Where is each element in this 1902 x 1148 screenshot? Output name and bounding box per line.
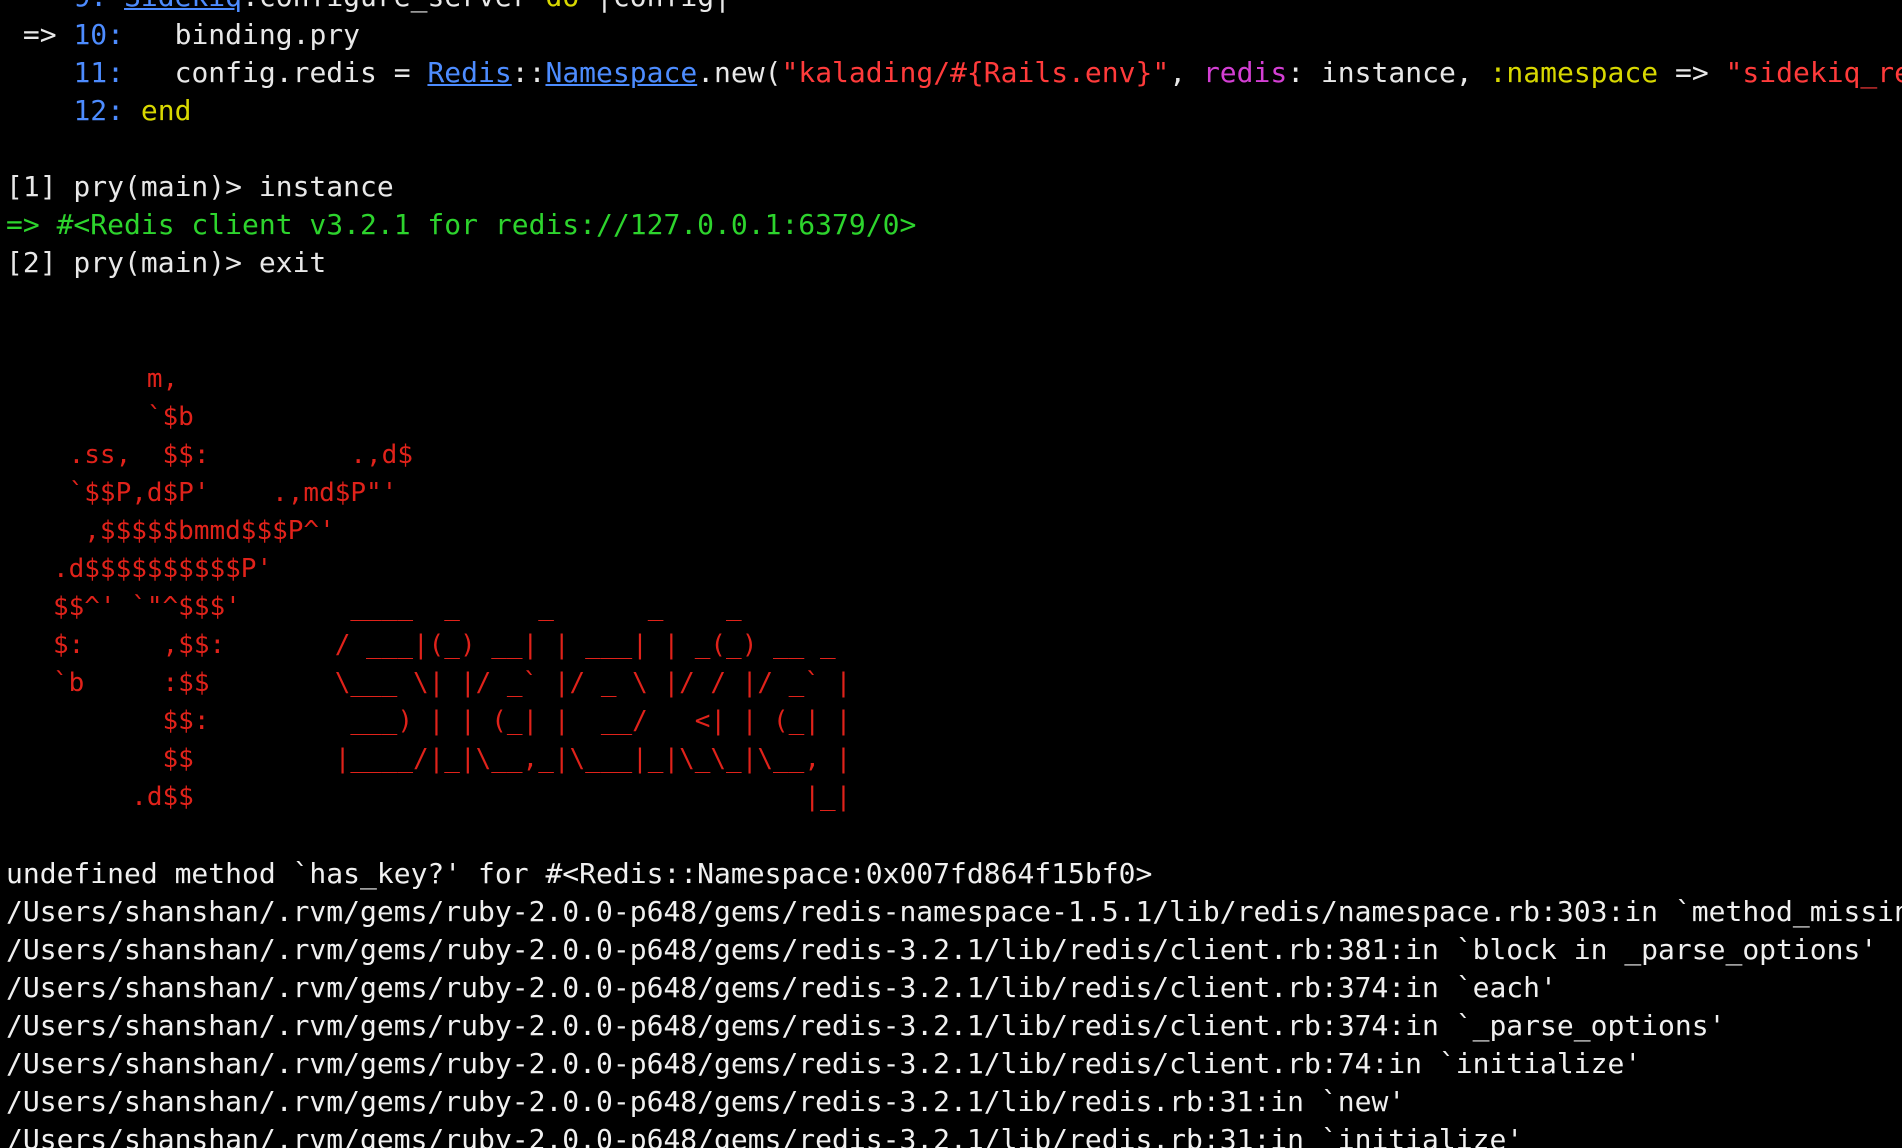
error-message: undefined method `has_key?' for #<Redis:… — [6, 857, 1153, 890]
code-line-9: 9: Sidekiq.configure_server do |config| — [6, 0, 731, 16]
stack-trace-line: /Users/shanshan/.rvm/gems/ruby-2.0.0-p64… — [6, 1085, 1406, 1118]
current-line-arrow: => — [6, 18, 74, 51]
symbol: :namespace — [1489, 56, 1659, 89]
string-literal: "kalading/#{Rails.env}" — [781, 56, 1170, 89]
sidekiq-ascii-banner: m, `$b .ss, $$: .,d$ `$$P,d$P' .,md$P"' … — [52, 364, 852, 812]
terminal-window[interactable]: 9: Sidekiq.configure_server do |config| … — [0, 0, 1902, 1148]
code-text: :: — [511, 56, 546, 89]
stack-trace-line: /Users/shanshan/.rvm/gems/ruby-2.0.0-p64… — [6, 933, 1878, 966]
stack-trace-line: /Users/shanshan/.rvm/gems/ruby-2.0.0-p64… — [6, 1123, 1524, 1148]
code-text: => — [1658, 56, 1726, 89]
class-name: Sidekiq — [124, 0, 242, 13]
line-number: 9: — [73, 0, 107, 13]
pry-result-1: => #<Redis client v3.2.1 for redis://127… — [6, 208, 917, 241]
keyword: do — [545, 0, 579, 13]
pry-prompt-1: [1] pry(main)> instance — [6, 170, 394, 203]
hash-key: redis — [1202, 56, 1288, 89]
stack-trace-line: /Users/shanshan/.rvm/gems/ruby-2.0.0-p64… — [6, 1009, 1726, 1042]
code-text: : instance, — [1287, 56, 1490, 89]
code-text: .configure_server — [242, 0, 545, 13]
string-literal: "sidekiq_redis" — [1725, 56, 1902, 89]
code-text: binding.pry — [124, 18, 361, 51]
stack-trace-line: /Users/shanshan/.rvm/gems/ruby-2.0.0-p64… — [6, 971, 1557, 1004]
class-name: Redis — [427, 56, 512, 89]
line-number: 11: — [73, 56, 125, 89]
pry-prompt-2: [2] pry(main)> exit — [6, 246, 327, 279]
class-name: Namespace — [545, 56, 698, 89]
code-line-10: => 10: binding.pry — [6, 16, 360, 54]
stack-trace-line: /Users/shanshan/.rvm/gems/ruby-2.0.0-p64… — [6, 1047, 1642, 1080]
stack-trace-line: /Users/shanshan/.rvm/gems/ruby-2.0.0-p64… — [6, 895, 1902, 928]
keyword: end — [124, 94, 192, 127]
code-text: .new( — [697, 56, 782, 89]
code-text: config.redis = — [124, 56, 428, 89]
code-text: , — [1169, 56, 1203, 89]
line-number: 12: — [73, 94, 125, 127]
code-line-11: 11: config.redis = Redis::Namespace.new(… — [6, 54, 1902, 92]
code-text: |config| — [579, 0, 731, 13]
line-number: 10: — [73, 18, 125, 51]
code-line-12: 12: end — [6, 92, 191, 130]
